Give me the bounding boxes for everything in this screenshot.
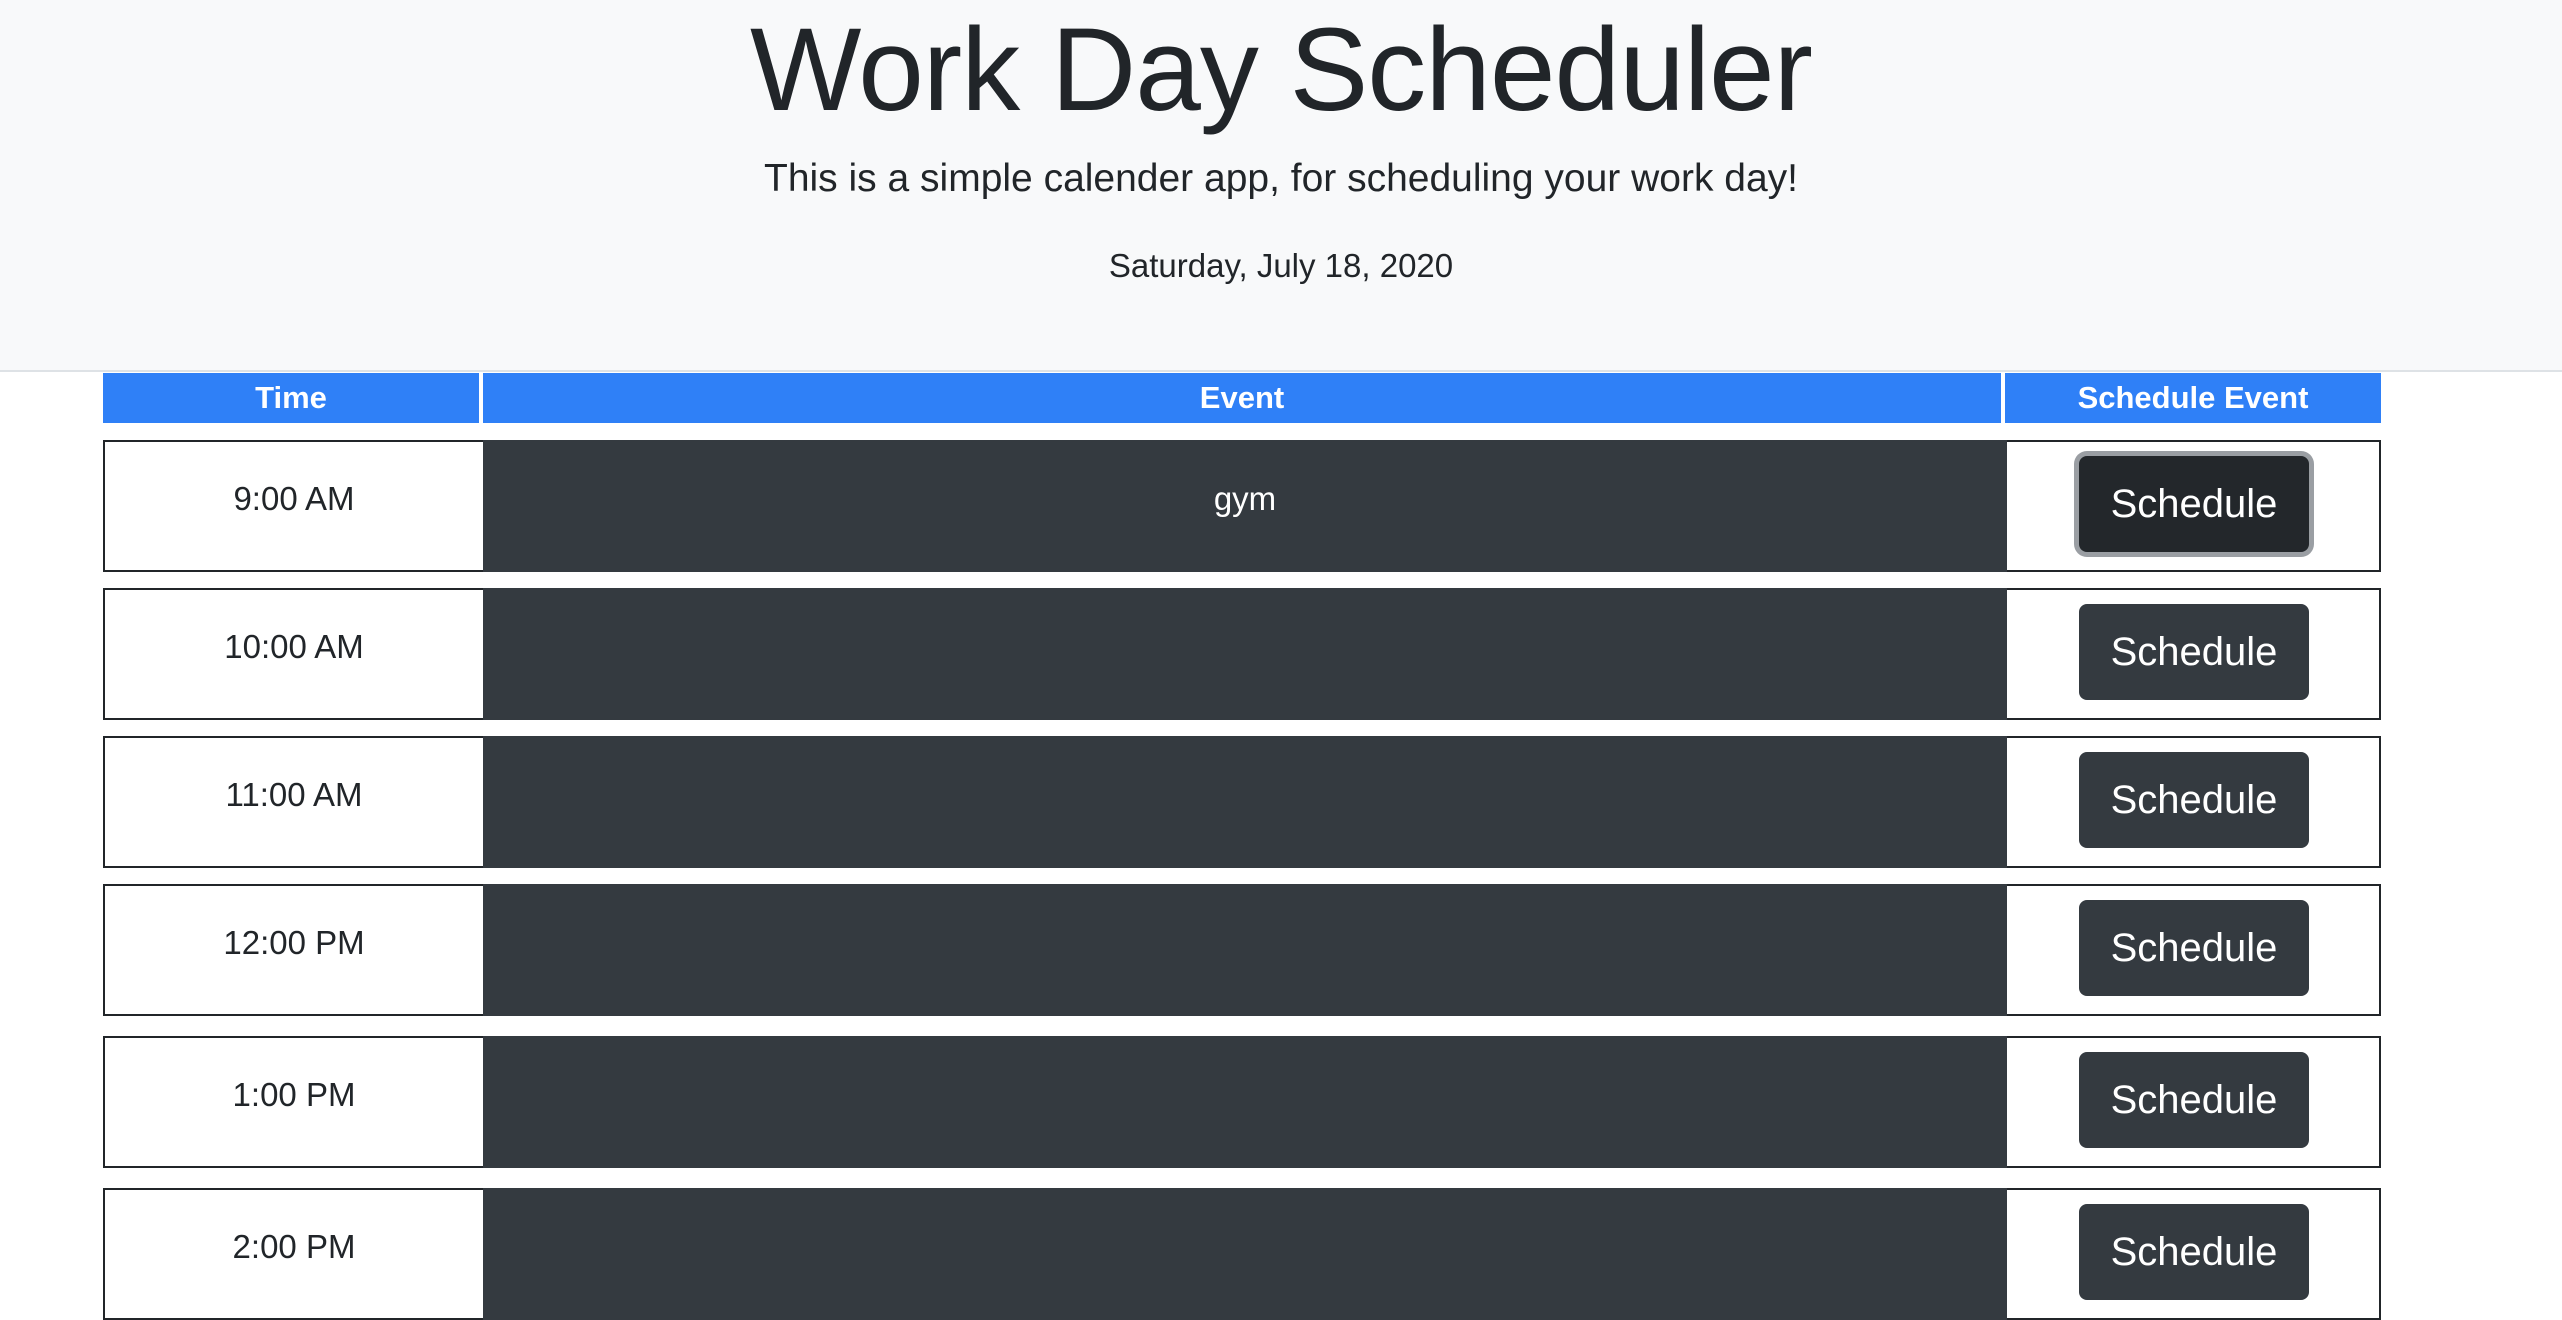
schedule-button[interactable]: Schedule — [2079, 456, 2309, 552]
table-row: 1:00 PM Schedule — [103, 1036, 2381, 1168]
time-cell: 12:00 PM — [223, 924, 365, 961]
time-cell: 2:00 PM — [232, 1228, 356, 1265]
schedule-button[interactable]: Schedule — [2079, 1052, 2309, 1148]
schedule-button[interactable]: Schedule — [2079, 900, 2309, 996]
schedule-button[interactable]: Schedule — [2079, 752, 2309, 848]
event-input[interactable] — [483, 588, 2007, 720]
table-row: 11:00 AM Schedule — [103, 736, 2381, 868]
table-row: 2:00 PM Schedule — [103, 1188, 2381, 1320]
current-date: Saturday, July 18, 2020 — [1108, 247, 1454, 284]
page-title: Work Day Scheduler — [750, 4, 1813, 136]
column-header-event: Event — [483, 373, 2001, 423]
event-input[interactable] — [483, 736, 2007, 868]
schedule-button[interactable]: Schedule — [2079, 604, 2309, 700]
schedule-cell: Schedule — [2007, 590, 2379, 718]
event-input[interactable] — [483, 1188, 2007, 1320]
schedule-cell: Schedule — [2007, 886, 2379, 1014]
table-row: 9:00 AM gym Schedule — [103, 440, 2381, 572]
schedule-cell: Schedule — [2007, 1190, 2379, 1318]
schedule-button[interactable]: Schedule — [2079, 1204, 2309, 1300]
time-cell: 11:00 AM — [225, 776, 363, 813]
column-header-time: Time — [103, 373, 479, 423]
table-row: 10:00 AM Schedule — [103, 588, 2381, 720]
page-subtitle: This is a simple calender app, for sched… — [764, 157, 1798, 200]
schedule-cell: Schedule — [2007, 738, 2379, 866]
event-input[interactable] — [483, 1036, 2007, 1168]
time-cell: 1:00 PM — [232, 1076, 356, 1113]
schedule-cell: Schedule — [2007, 1038, 2379, 1166]
table-header: Time Event Schedule Event — [103, 373, 2381, 423]
time-cell: 9:00 AM — [233, 480, 355, 517]
header-jumbotron: Work Day Scheduler This is a simple cale… — [0, 0, 2562, 372]
scheduler-table: Time Event Schedule Event 9:00 AM gym Sc… — [103, 373, 2381, 1320]
event-input[interactable]: gym — [483, 440, 2007, 572]
schedule-cell: Schedule — [2007, 442, 2379, 570]
table-row: 12:00 PM Schedule — [103, 884, 2381, 1016]
column-header-schedule-event: Schedule Event — [2005, 373, 2381, 423]
event-input[interactable] — [483, 884, 2007, 1016]
time-cell: 10:00 AM — [224, 628, 364, 665]
